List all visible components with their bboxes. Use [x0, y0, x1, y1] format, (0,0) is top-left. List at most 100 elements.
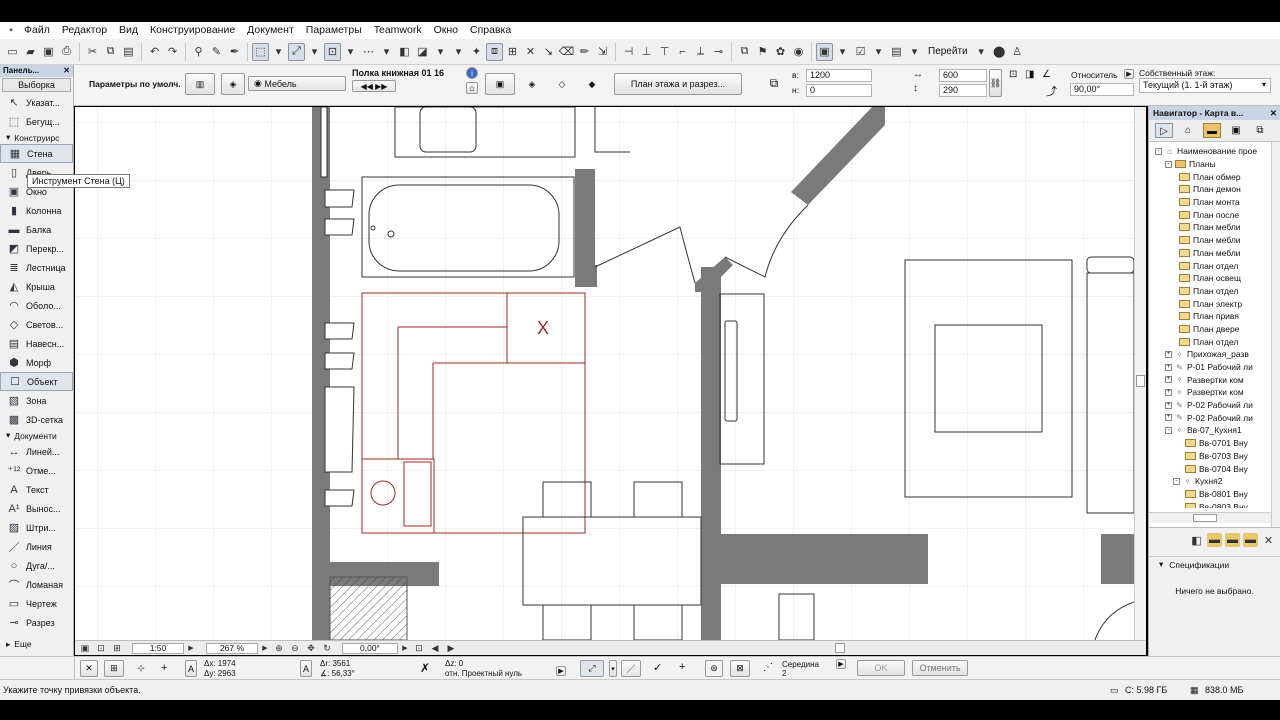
tree-plan-item[interactable]: План привя [1155, 310, 1280, 323]
menu-item-1[interactable]: Редактор [56, 22, 113, 39]
tool-roof[interactable]: ◭ Крыша [0, 277, 73, 296]
paste-icon[interactable]: ▤ [120, 43, 137, 61]
layout-view-icon[interactable]: ▤ [888, 43, 905, 61]
adjust-icon[interactable]: ⊤ [656, 43, 673, 61]
save-icon[interactable]: ▣ [40, 43, 57, 61]
layout-icon[interactable]: ▣ [78, 642, 92, 654]
dr-value[interactable]: Δr: 3561 [320, 659, 350, 668]
teamwork-icon[interactable]: ⬤ [991, 43, 1008, 61]
expand-icon[interactable]: + [1165, 401, 1172, 409]
guide-icon[interactable]: ⤢ [580, 660, 604, 677]
snap-arrow-icon[interactable]: ▶ [836, 659, 846, 669]
chevron-down-icon[interactable]: ▾ [1262, 80, 1266, 89]
tree-plan-item[interactable]: План демон [1155, 183, 1280, 196]
width-field[interactable]: 600 [939, 69, 987, 82]
flag-icon[interactable]: ⚑ [754, 43, 771, 61]
settings-icon[interactable]: ◧ [1189, 533, 1204, 547]
angle-value[interactable]: ∡: 56,33° [320, 669, 355, 678]
tree-scroll-thumb[interactable] [1193, 514, 1217, 522]
copy-icon[interactable]: ⧉ [102, 43, 119, 61]
tool-shell[interactable]: ◠ Оболо... [0, 296, 73, 315]
tree-item[interactable]: + ✎ Р-02 Рабочий ли [1155, 399, 1280, 412]
arrow-icon[interactable]: ↘ [540, 43, 557, 61]
dropdown-icon[interactable]: ▾ [306, 43, 323, 61]
top-elevation-field[interactable]: 1200 [806, 69, 872, 82]
plus-icon[interactable]: + [161, 662, 167, 674]
tree-view-item[interactable]: Вв-0703 Вну [1155, 450, 1280, 463]
pen-icon[interactable]: ✦ [468, 43, 485, 61]
tool-marquee[interactable]: ⬚ Бегущ... [0, 112, 73, 131]
tree-view-item[interactable]: Вв-0701 Вну [1155, 437, 1280, 450]
collapse-icon[interactable]: - [1173, 477, 1180, 485]
expand-icon[interactable]: + [1165, 414, 1172, 422]
dropdown-icon[interactable]: ▾ [432, 43, 449, 61]
plan-view-icon[interactable]: ▣ [485, 73, 515, 95]
tree-plan-item[interactable]: План отдел [1155, 259, 1280, 272]
expand-icon[interactable]: + [1165, 388, 1172, 396]
menu-item-5[interactable]: Параметры [300, 22, 368, 39]
tool-beam[interactable]: ▬ Балка [0, 220, 73, 239]
tool-zone[interactable]: ▧ Зона [0, 391, 73, 410]
anchor-icon[interactable]: ⊡ [1009, 69, 1017, 80]
close-icon[interactable]: ✕ [80, 660, 98, 677]
dropdown-icon[interactable]: ▾ [870, 43, 887, 61]
close-icon[interactable]: ✕ [63, 65, 70, 77]
tree-plan-item[interactable]: План отдел [1155, 285, 1280, 298]
tree-plan-item[interactable]: План после [1155, 208, 1280, 221]
tree-view-item[interactable]: Вв-0801 Вну [1155, 488, 1280, 501]
relative-arrow-icon[interactable]: ▶ [1124, 69, 1134, 79]
cancel-button[interactable]: Отменить [912, 660, 968, 676]
snap-mid-icon[interactable]: ⊠ [730, 660, 750, 677]
trim-icon[interactable]: ⊣ [620, 43, 637, 61]
angle-field[interactable]: 90,00° [1070, 83, 1134, 96]
tool-wall[interactable]: ▦ Стена [0, 144, 73, 163]
dx-value[interactable]: Δx: 1974 [204, 659, 236, 668]
open-file-icon[interactable]: ▰ [22, 43, 39, 61]
find-select-icon[interactable]: ⚲ [190, 43, 207, 61]
dy-value[interactable]: Δy: 2963 [204, 669, 236, 678]
dz-value[interactable]: Δz: 0 [445, 659, 463, 668]
check-icon[interactable]: ✓ [653, 661, 662, 674]
tool-slab[interactable]: ◩ Перекр... [0, 239, 73, 258]
specs-section[interactable]: ▾ Спецификации [1149, 556, 1280, 572]
print-icon[interactable]: ⎙ [58, 43, 75, 61]
tree-item[interactable]: + ✧ Развертки ком [1155, 373, 1280, 386]
expand-icon[interactable]: + [1165, 363, 1172, 371]
tool-level-dim[interactable]: ⁺¹² Отме... [0, 461, 73, 480]
layers-icon[interactable]: ◧ [396, 43, 413, 61]
gravity-icon[interactable]: ▾ [378, 43, 395, 61]
tool-text[interactable]: A Текст [0, 480, 73, 499]
tree-vscrollbar[interactable] [1271, 142, 1280, 527]
tool-column[interactable]: ▮ Колонна [0, 201, 73, 220]
mirror-icon[interactable]: ◨ [1025, 69, 1034, 80]
tool-skylight[interactable]: ◇ Светов... [0, 315, 73, 334]
magic-wand-icon[interactable]: ▾ [450, 43, 467, 61]
pick-up-icon[interactable]: ✎ [208, 43, 225, 61]
snap-value[interactable]: 2 [782, 669, 786, 678]
project-map-icon[interactable]: ▷ [1155, 123, 1173, 138]
dropdown-icon[interactable]: ▾ [342, 43, 359, 61]
zoom-in-icon[interactable]: ⊕ [272, 642, 286, 654]
fit-window-icon[interactable]: ⊡ [412, 642, 426, 654]
magic-icon[interactable]: ⊛ [705, 660, 723, 677]
tool-fill[interactable]: ▨ Штри... [0, 518, 73, 537]
split-icon[interactable]: ⊥ [638, 43, 655, 61]
layer-icon[interactable]: ◈ [221, 73, 245, 95]
more-section[interactable]: ▸ Еще [0, 636, 73, 652]
vertical-scrollbar[interactable] [1134, 107, 1146, 640]
collapse-icon[interactable]: - [1155, 147, 1162, 155]
menu-item-7[interactable]: Окно [428, 22, 464, 39]
line-icon[interactable]: ／ [621, 660, 641, 677]
dropdown-icon[interactable]: ▾ [973, 43, 990, 61]
cross-icon[interactable]: ✕ [522, 43, 539, 61]
fit-icon[interactable]: ⊞ [110, 642, 124, 654]
tree-item[interactable]: + ✎ Р-01 Рабочий ли [1155, 361, 1280, 374]
dropdown-icon[interactable]: ▾ [906, 43, 923, 61]
tool-label[interactable]: A¹ Вынос... [0, 499, 73, 518]
trace-icon[interactable]: ⧈ [486, 42, 503, 61]
tree-plans-folder[interactable]: - Планы [1155, 158, 1280, 171]
expand-icon[interactable]: + [1165, 350, 1172, 358]
scale-arrow-icon[interactable]: ▶ [186, 642, 196, 654]
absolute-icon[interactable]: A [185, 660, 197, 677]
tree-plan-item[interactable]: План отдел [1155, 335, 1280, 348]
